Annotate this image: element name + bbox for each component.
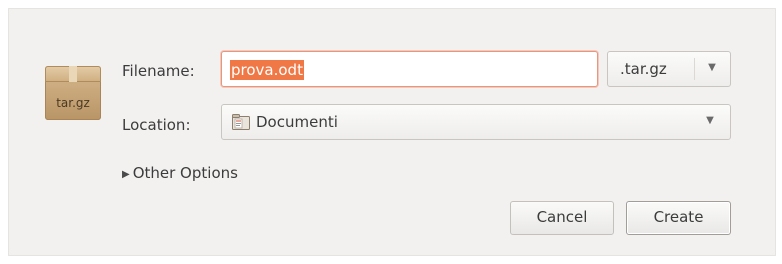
filename-value[interactable]: prova.odt (230, 60, 304, 80)
chevron-down-icon[interactable]: ▼ (705, 62, 719, 73)
cancel-button[interactable]: Cancel (510, 201, 614, 235)
filename-label: Filename: (122, 62, 195, 80)
chevron-down-icon[interactable]: ▼ (703, 115, 717, 126)
archive-file-icon: tar.gz (45, 66, 101, 120)
other-options-label: Other Options (132, 164, 238, 182)
location-value: Documenti (256, 113, 338, 131)
location-select[interactable]: Documenti ▼ (221, 104, 731, 140)
location-label: Location: (122, 116, 191, 134)
format-select-separator (694, 58, 695, 80)
other-options-expander[interactable]: ▶ Other Options (122, 164, 238, 182)
format-select[interactable]: .tar.gz ▼ (607, 51, 731, 87)
folder-documents-icon (232, 114, 250, 130)
create-button[interactable]: Create (626, 201, 731, 235)
format-selected-value: .tar.gz (620, 60, 667, 78)
expander-arrow-icon: ▶ (122, 169, 130, 180)
archive-icon-label: tar.gz (56, 96, 90, 110)
filename-input[interactable]: prova.odt (221, 51, 598, 87)
